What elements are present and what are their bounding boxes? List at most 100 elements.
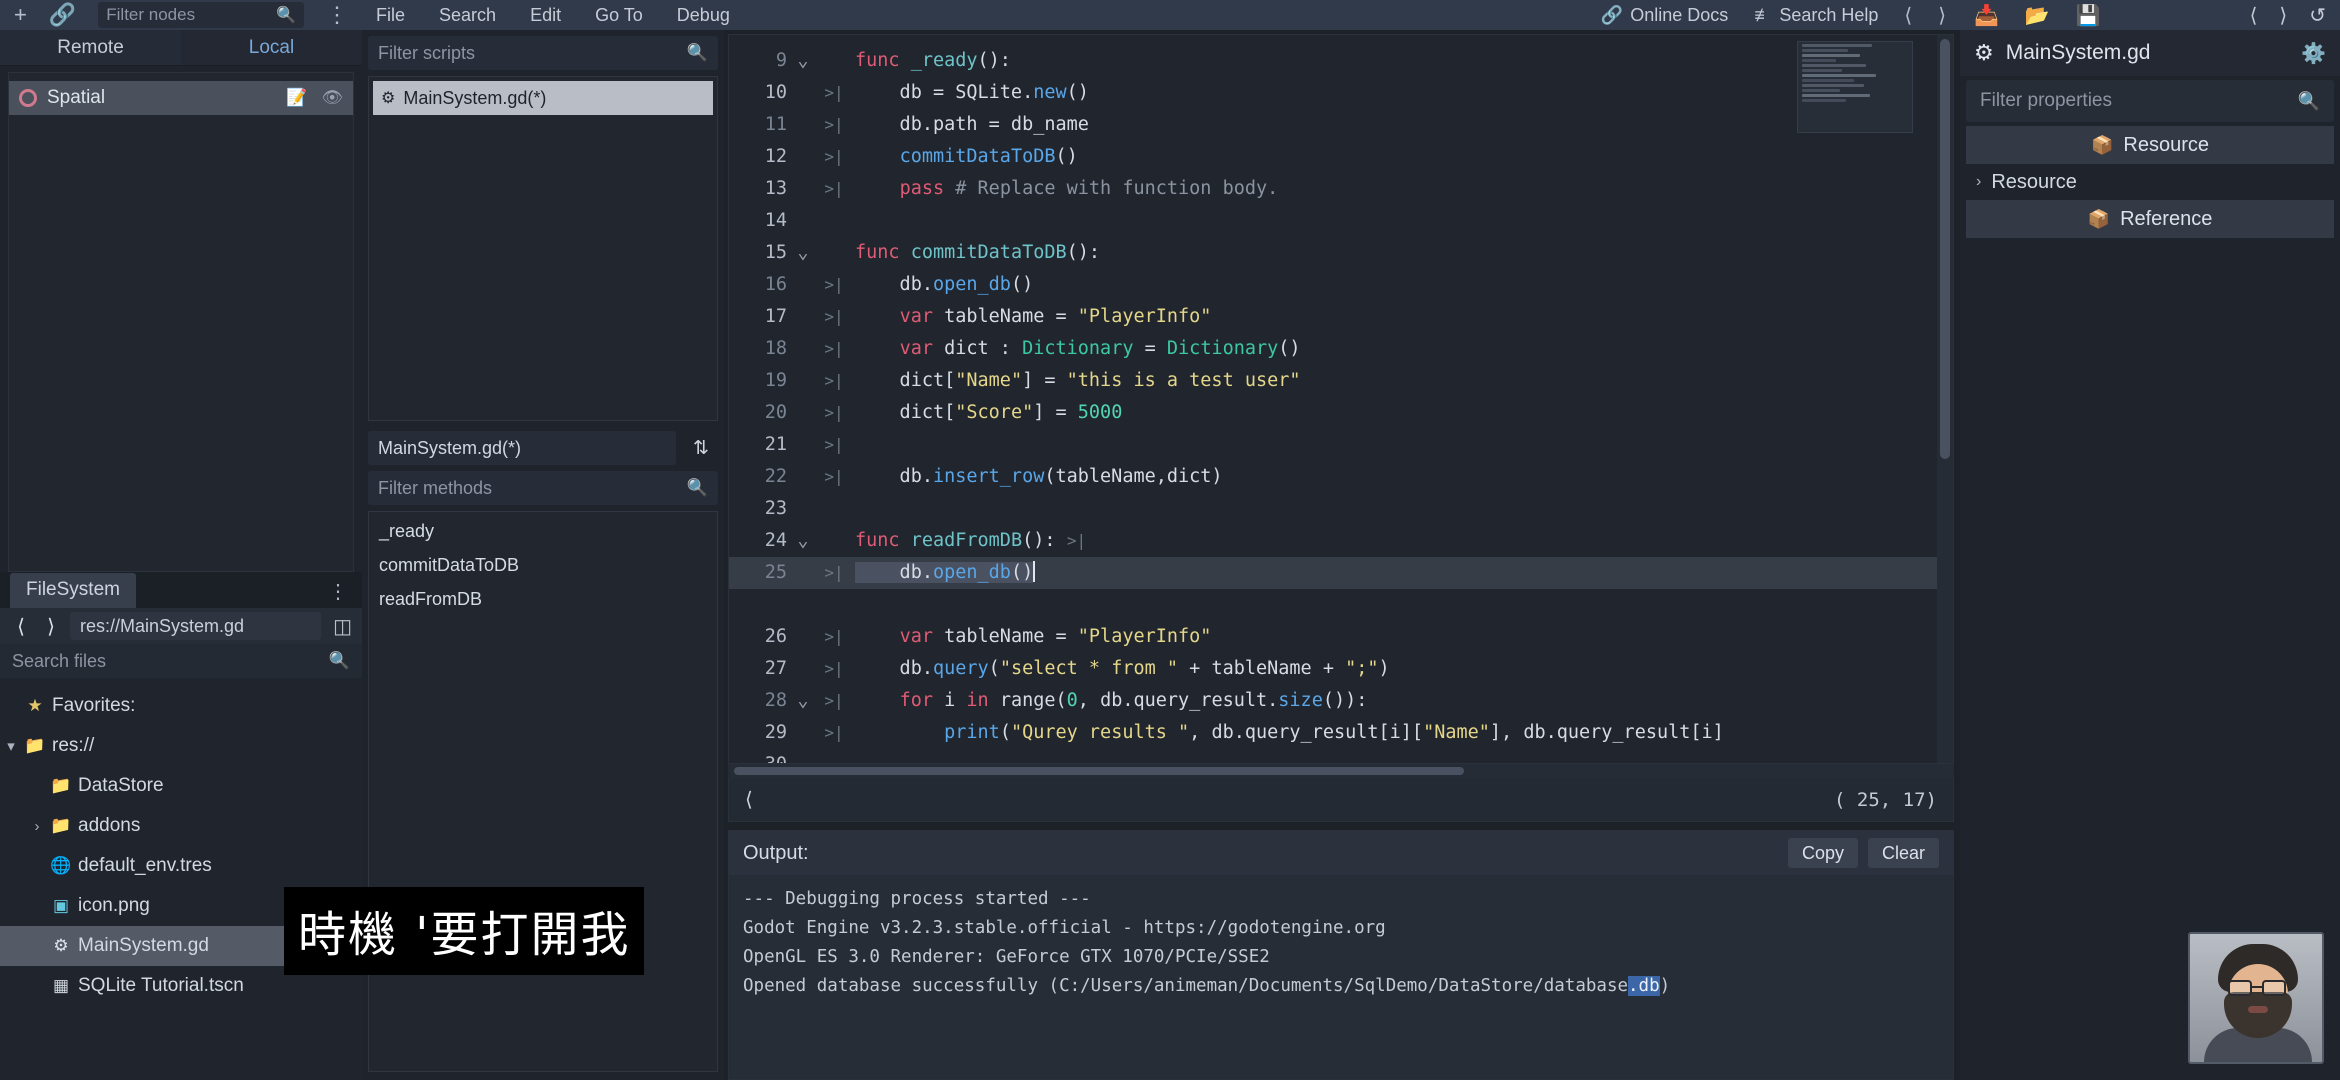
code-line[interactable]: 10 >| db = SQLite.new() [729,82,1089,103]
fold-arrow-icon[interactable]: ⌄ [793,525,813,557]
history-next-icon[interactable]: ⟩ [2279,3,2287,28]
list-item[interactable]: ★ Favorites: [0,686,362,726]
method-item-commitdatatodb[interactable]: commitDataToDB [369,548,717,582]
copy-button[interactable]: Copy [1787,838,1858,868]
list-item[interactable]: › 📁 addons [0,806,362,846]
code-line[interactable]: 30 [729,754,855,763]
script-icon[interactable]: 📝 [286,88,307,108]
code-line[interactable]: 23 [729,498,855,519]
code-line[interactable]: 16 >| db.open_db() [729,274,1034,295]
code-scroll-region[interactable]: 9 ⌄ func _ready(): 10 >| db = SQLite.new() … [729,35,1937,763]
plus-icon[interactable]: + [14,4,27,26]
code-line[interactable]: 18 >| var dict : Dictionary = Dictionary(… [729,338,1301,359]
menu-search[interactable]: Search [439,5,496,26]
filter-methods-input[interactable]: Filter methods 🔍 [368,471,718,505]
twisty-icon[interactable]: › [26,818,48,835]
script-list-item-mainsystem[interactable]: ⚙ MainSystem.gd(*) [373,81,713,115]
code-line[interactable]: 22 >| db.insert_row(tableName,dict) [729,466,1223,487]
inspector-category-reference[interactable]: 📦 Reference [1966,200,2334,238]
chevron-left-icon[interactable]: ⟨ [1904,3,1912,28]
tab-remote[interactable]: Remote [0,30,181,65]
inspector-category-resource[interactable]: 📦 Resource [1966,126,2334,164]
list-item[interactable]: ▾ 📁 res:// [0,726,362,766]
code-token: ) [1378,658,1390,679]
code-line[interactable]: 17 >| var tableName = "PlayerInfo" [729,306,1212,327]
inspector-section-resource[interactable]: › Resource [1966,164,2334,200]
code-line[interactable]: 25 >| db.open_db() [729,557,1937,589]
code-line[interactable]: 27 >| db.query("select * from " + tableNa… [729,658,1390,679]
code-line[interactable]: 15 ⌄ func commitDataToDB(): [729,242,1100,263]
menu-debug[interactable]: Debug [677,5,730,26]
code-vertical-scrollbar[interactable] [1937,35,1953,763]
method-item-readfromdb[interactable]: readFromDB [369,582,717,616]
code-horizontal-scrollbar[interactable] [728,764,1954,778]
list-item[interactable]: 🌐 default_env.tres [0,846,362,886]
scene-node-spatial[interactable]: Spatial 📝 👁 [9,81,353,115]
chevron-right-icon[interactable]: ⟩ [40,614,62,639]
code-token: = [1133,338,1167,359]
code-token: (): [1066,242,1101,263]
list-item[interactable]: 📁 DataStore [0,766,362,806]
scrollbar-thumb[interactable] [1940,39,1950,459]
open-resource-icon[interactable]: 📂 [2025,3,2050,28]
fold-arrow-icon[interactable]: ⌄ [793,45,813,77]
chevron-left-icon[interactable]: ⟨ [745,787,753,812]
kebab-menu-icon[interactable]: ⋮ [328,579,362,608]
code-line[interactable]: 19 >| dict["Name"] = "this is a test user… [729,370,1301,391]
code-line[interactable]: 9 ⌄ func _ready(): [729,50,1011,71]
code-line[interactable]: 20 >| dict["Score"] = 5000 [729,402,1123,423]
filter-nodes-input[interactable]: Filter nodes 🔍 [98,2,304,28]
code-line[interactable]: 21 >| [729,434,855,455]
code-text[interactable]: 9 ⌄ func _ready(): 10 >| db = SQLite.new() … [729,35,1937,763]
tab-local[interactable]: Local [181,30,362,65]
search-help-button[interactable]: ≢ Search Help [1754,5,1878,26]
scrollbar-thumb[interactable] [734,767,1464,775]
code-line[interactable]: 14 [729,210,855,231]
code-line[interactable]: 12 >| commitDataToDB() [729,146,1078,167]
code-line[interactable]: 13 >| pass # Replace with function body. [729,178,1279,199]
tab-filesystem[interactable]: FileSystem [10,573,136,608]
search-icon[interactable]: 🔍 [276,5,296,25]
online-docs-button[interactable]: 🔗 Online Docs [1601,5,1728,26]
code-line[interactable]: 24 ⌄ func readFromDB(): >| [729,530,1098,551]
filesystem-search-input[interactable]: Search files 🔍 [0,644,362,678]
search-icon[interactable]: 🔍 [329,651,350,671]
code-line[interactable]: 26 >| var tableName = "PlayerInfo" [729,626,1212,647]
link-icon[interactable]: 🔗 [49,4,76,26]
filesystem-path-field[interactable]: res://MainSystem.gd [70,612,322,640]
fold-arrow-icon[interactable]: ⌄ [793,237,813,269]
method-item-ready[interactable]: _ready [369,514,717,548]
current-script-name[interactable]: MainSystem.gd(*) [368,431,676,465]
eye-icon[interactable]: 👁 [321,88,343,108]
chevron-right-icon[interactable]: ⟩ [1938,3,1946,28]
code-line[interactable]: 29 >| print("Qurey results ", db.query_re… [729,722,1724,743]
menu-go-to[interactable]: Go To [595,5,643,26]
chevron-right-icon[interactable]: › [1976,173,1981,191]
object-tools-icon[interactable]: ⚙️ [2301,41,2326,66]
kebab-menu-icon[interactable]: ⋮ [326,4,348,26]
history-icon[interactable]: ↺ [2309,3,2326,28]
output-log[interactable]: --- Debugging process started --- Godot E… [729,875,1953,1079]
code-editor-area[interactable]: 9 ⌄ func _ready(): 10 >| db = SQLite.new() … [728,34,1954,764]
twisty-icon[interactable]: ▾ [0,737,22,755]
search-icon[interactable]: 🔍 [687,478,708,498]
sort-icon[interactable]: ⇅ [684,437,718,460]
new-resource-icon[interactable]: 📥 [1974,3,1999,28]
code-line[interactable]: 11 >| db.path = db_name [729,114,1089,135]
code-line[interactable]: 28 ⌄ >| for i in range(0, db.query_result.… [729,690,1368,711]
filter-scripts-input[interactable]: Filter scripts 🔍 [368,36,718,70]
chevron-left-icon[interactable]: ⟨ [10,614,32,639]
output-line: --- Debugging process started --- [743,885,1939,914]
split-mode-icon[interactable]: ◫ [329,614,352,639]
code-minimap[interactable] [1797,41,1913,133]
menu-file[interactable]: File [376,5,405,26]
history-prev-icon[interactable]: ⟨ [2250,3,2258,28]
fold-arrow-icon[interactable]: ⌄ [793,685,813,717]
filter-properties-input[interactable]: Filter properties 🔍 [1966,80,2334,122]
save-resource-icon[interactable]: 💾 [2076,3,2101,28]
menu-edit[interactable]: Edit [530,5,561,26]
search-icon[interactable]: 🔍 [687,43,708,63]
clear-button[interactable]: Clear [1867,838,1939,868]
search-icon[interactable]: 🔍 [2298,91,2320,112]
